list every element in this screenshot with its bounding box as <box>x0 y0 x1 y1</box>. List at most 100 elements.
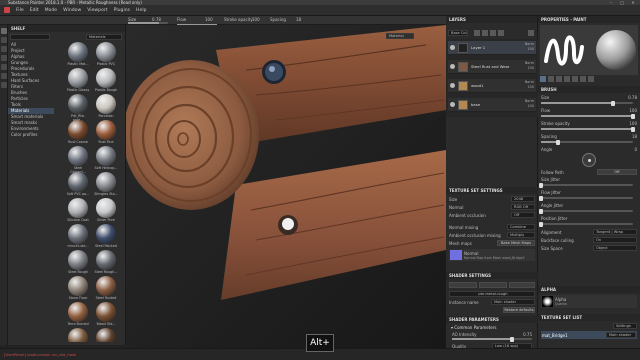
layer-row[interactable]: wood1 Norm 100 <box>448 79 536 93</box>
add-folder-icon[interactable] <box>498 30 504 36</box>
material-thumbnail[interactable] <box>96 250 116 270</box>
ao-mixing-select[interactable]: Multiply <box>507 232 535 238</box>
ao-intensity-value[interactable]: 0.75 <box>523 332 532 337</box>
texture-set-settings-select[interactable]: Settings <box>613 323 637 329</box>
material-thumbnail[interactable] <box>68 276 88 296</box>
shader-tab-3[interactable] <box>509 282 535 288</box>
material-thumbnail[interactable] <box>96 172 116 192</box>
toolbar-spacing-value[interactable]: 18 <box>296 17 301 22</box>
material-thumbnail[interactable] <box>68 224 88 244</box>
material-thumbnail[interactable] <box>96 198 116 218</box>
metal-tab-icon[interactable] <box>580 76 586 82</box>
clone-icon[interactable] <box>1 73 7 79</box>
layer-row[interactable]: Layer 1 Norm 100 <box>448 41 536 55</box>
material-thumbnail[interactable] <box>96 94 116 114</box>
angle-jitter-slider[interactable] <box>539 208 633 214</box>
size-space-select[interactable]: Object <box>593 245 637 251</box>
backface-culling-select[interactable]: On <box>593 237 637 243</box>
material-thumbnail[interactable] <box>68 302 88 322</box>
paint-brush-icon[interactable] <box>1 28 7 34</box>
follow-path-toggle[interactable]: Off <box>597 169 637 175</box>
layer-opacity[interactable]: 100 <box>528 85 534 89</box>
common-parameters-label[interactable]: ▾ Common Parameters <box>451 325 533 330</box>
material-thumbnail[interactable] <box>96 328 116 342</box>
texture-set-row[interactable]: mat_Bridge1 Main shader <box>541 331 637 339</box>
3d-viewport[interactable]: Material <box>126 25 446 348</box>
toolbar-size-slider[interactable] <box>128 22 168 24</box>
material-thumbnail[interactable] <box>68 198 88 218</box>
layer-blend-mode[interactable]: Norm <box>525 99 534 103</box>
material-thumbnail[interactable] <box>96 224 116 244</box>
viewport-mode-select[interactable]: Material <box>386 33 414 39</box>
brush-stroke-value[interactable]: 100 <box>629 121 637 126</box>
ts-size-select[interactable]: 2048 <box>511 196 535 202</box>
position-jitter-slider[interactable] <box>539 221 633 227</box>
rough-tab-icon[interactable] <box>572 76 578 82</box>
normal-mixing-select[interactable]: Combine <box>507 224 535 230</box>
material-thumbnail[interactable] <box>96 146 116 166</box>
flow-jitter-slider[interactable] <box>539 195 633 201</box>
add-layer-icon[interactable] <box>482 30 488 36</box>
add-mask-icon[interactable] <box>490 30 496 36</box>
material-thumbnail[interactable] <box>68 250 88 270</box>
toolbar-stroke-value[interactable]: 100 <box>252 17 260 22</box>
size-jitter-slider[interactable] <box>539 182 633 188</box>
material-thumbnail[interactable] <box>68 146 88 166</box>
layer-blend-mode[interactable]: Norm <box>525 80 534 84</box>
menu-edit[interactable]: Edit <box>30 8 39 13</box>
ts-ao-select[interactable]: Off <box>511 212 535 218</box>
menu-viewport[interactable]: Viewport <box>87 8 107 13</box>
layer-row[interactable]: base Norm 100 <box>448 98 536 112</box>
brush-angle-value[interactable]: 0 <box>634 147 637 152</box>
material-thumbnail[interactable] <box>68 328 88 342</box>
brush-spacing-value[interactable]: 18 <box>632 134 637 139</box>
shader-tab-2[interactable] <box>479 282 507 288</box>
height-tab-icon[interactable] <box>564 76 570 82</box>
layer-visibility-icon[interactable] <box>450 83 455 88</box>
menu-mode[interactable]: Mode <box>45 8 58 13</box>
material-thumbnail[interactable] <box>68 68 88 88</box>
texture-set-shader-select[interactable]: Main shader <box>606 332 636 338</box>
normal-map-slot[interactable]: Normal Normal Map from Mesh wood_Bridge2 <box>449 249 535 261</box>
layer-blend-mode[interactable]: Norm <box>525 42 534 46</box>
bake-mesh-maps-button[interactable]: Bake Mesh Maps <box>497 240 535 246</box>
menu-window[interactable]: Window <box>63 8 81 13</box>
material-thumbnail[interactable] <box>68 42 88 62</box>
shelf-cat-color-profiles[interactable]: Color profiles <box>8 132 54 138</box>
material-thumbnail[interactable] <box>96 42 116 62</box>
delete-layer-icon[interactable] <box>528 30 534 36</box>
brush-size-slider[interactable] <box>541 100 633 106</box>
layer-blend-mode[interactable]: Norm <box>525 61 534 65</box>
brush-flow-value[interactable]: 100 <box>629 108 637 113</box>
ao-intensity-slider[interactable] <box>452 336 532 342</box>
layer-visibility-icon[interactable] <box>450 102 455 107</box>
layer-opacity[interactable]: 100 <box>528 47 534 51</box>
material-thumbnail[interactable] <box>68 94 88 114</box>
geometry-decal-icon[interactable] <box>1 55 7 61</box>
material-thumbnail[interactable] <box>96 68 116 88</box>
layer-opacity[interactable]: 100 <box>528 104 534 108</box>
material-thumbnail[interactable] <box>68 172 88 192</box>
brush-flow-slider[interactable] <box>541 113 635 119</box>
normal-tab-icon[interactable] <box>588 76 594 82</box>
instance-name-input[interactable]: Main shader <box>491 299 535 305</box>
restore-defaults-button[interactable]: Restore defaults <box>503 307 535 313</box>
alpha-slot[interactable]: Alpha Quanta <box>541 295 637 308</box>
material-thumbnail[interactable] <box>68 120 88 140</box>
projection-icon[interactable] <box>1 46 7 52</box>
menu-plugins[interactable]: Plugins <box>114 8 130 13</box>
brush-size-value[interactable]: 0.78 <box>628 95 637 100</box>
brush-spacing-slider[interactable] <box>541 139 633 145</box>
material-thumbnail[interactable] <box>96 120 116 140</box>
material-thumbnail[interactable] <box>96 302 116 322</box>
shelf-search-input[interactable] <box>10 34 50 40</box>
add-fill-layer-icon[interactable] <box>474 30 480 36</box>
brush-stroke-slider[interactable] <box>541 126 635 132</box>
menu-file[interactable]: File <box>16 8 24 13</box>
layer-visibility-icon[interactable] <box>450 64 455 69</box>
brush-tab-icon[interactable] <box>540 76 546 82</box>
layer-visibility-icon[interactable] <box>450 45 455 50</box>
layers-channel-select[interactable]: Base Col <box>448 30 468 36</box>
eraser-icon[interactable] <box>1 37 7 43</box>
layer-row[interactable]: Steel Rust and Wear Norm 100 <box>448 60 536 74</box>
